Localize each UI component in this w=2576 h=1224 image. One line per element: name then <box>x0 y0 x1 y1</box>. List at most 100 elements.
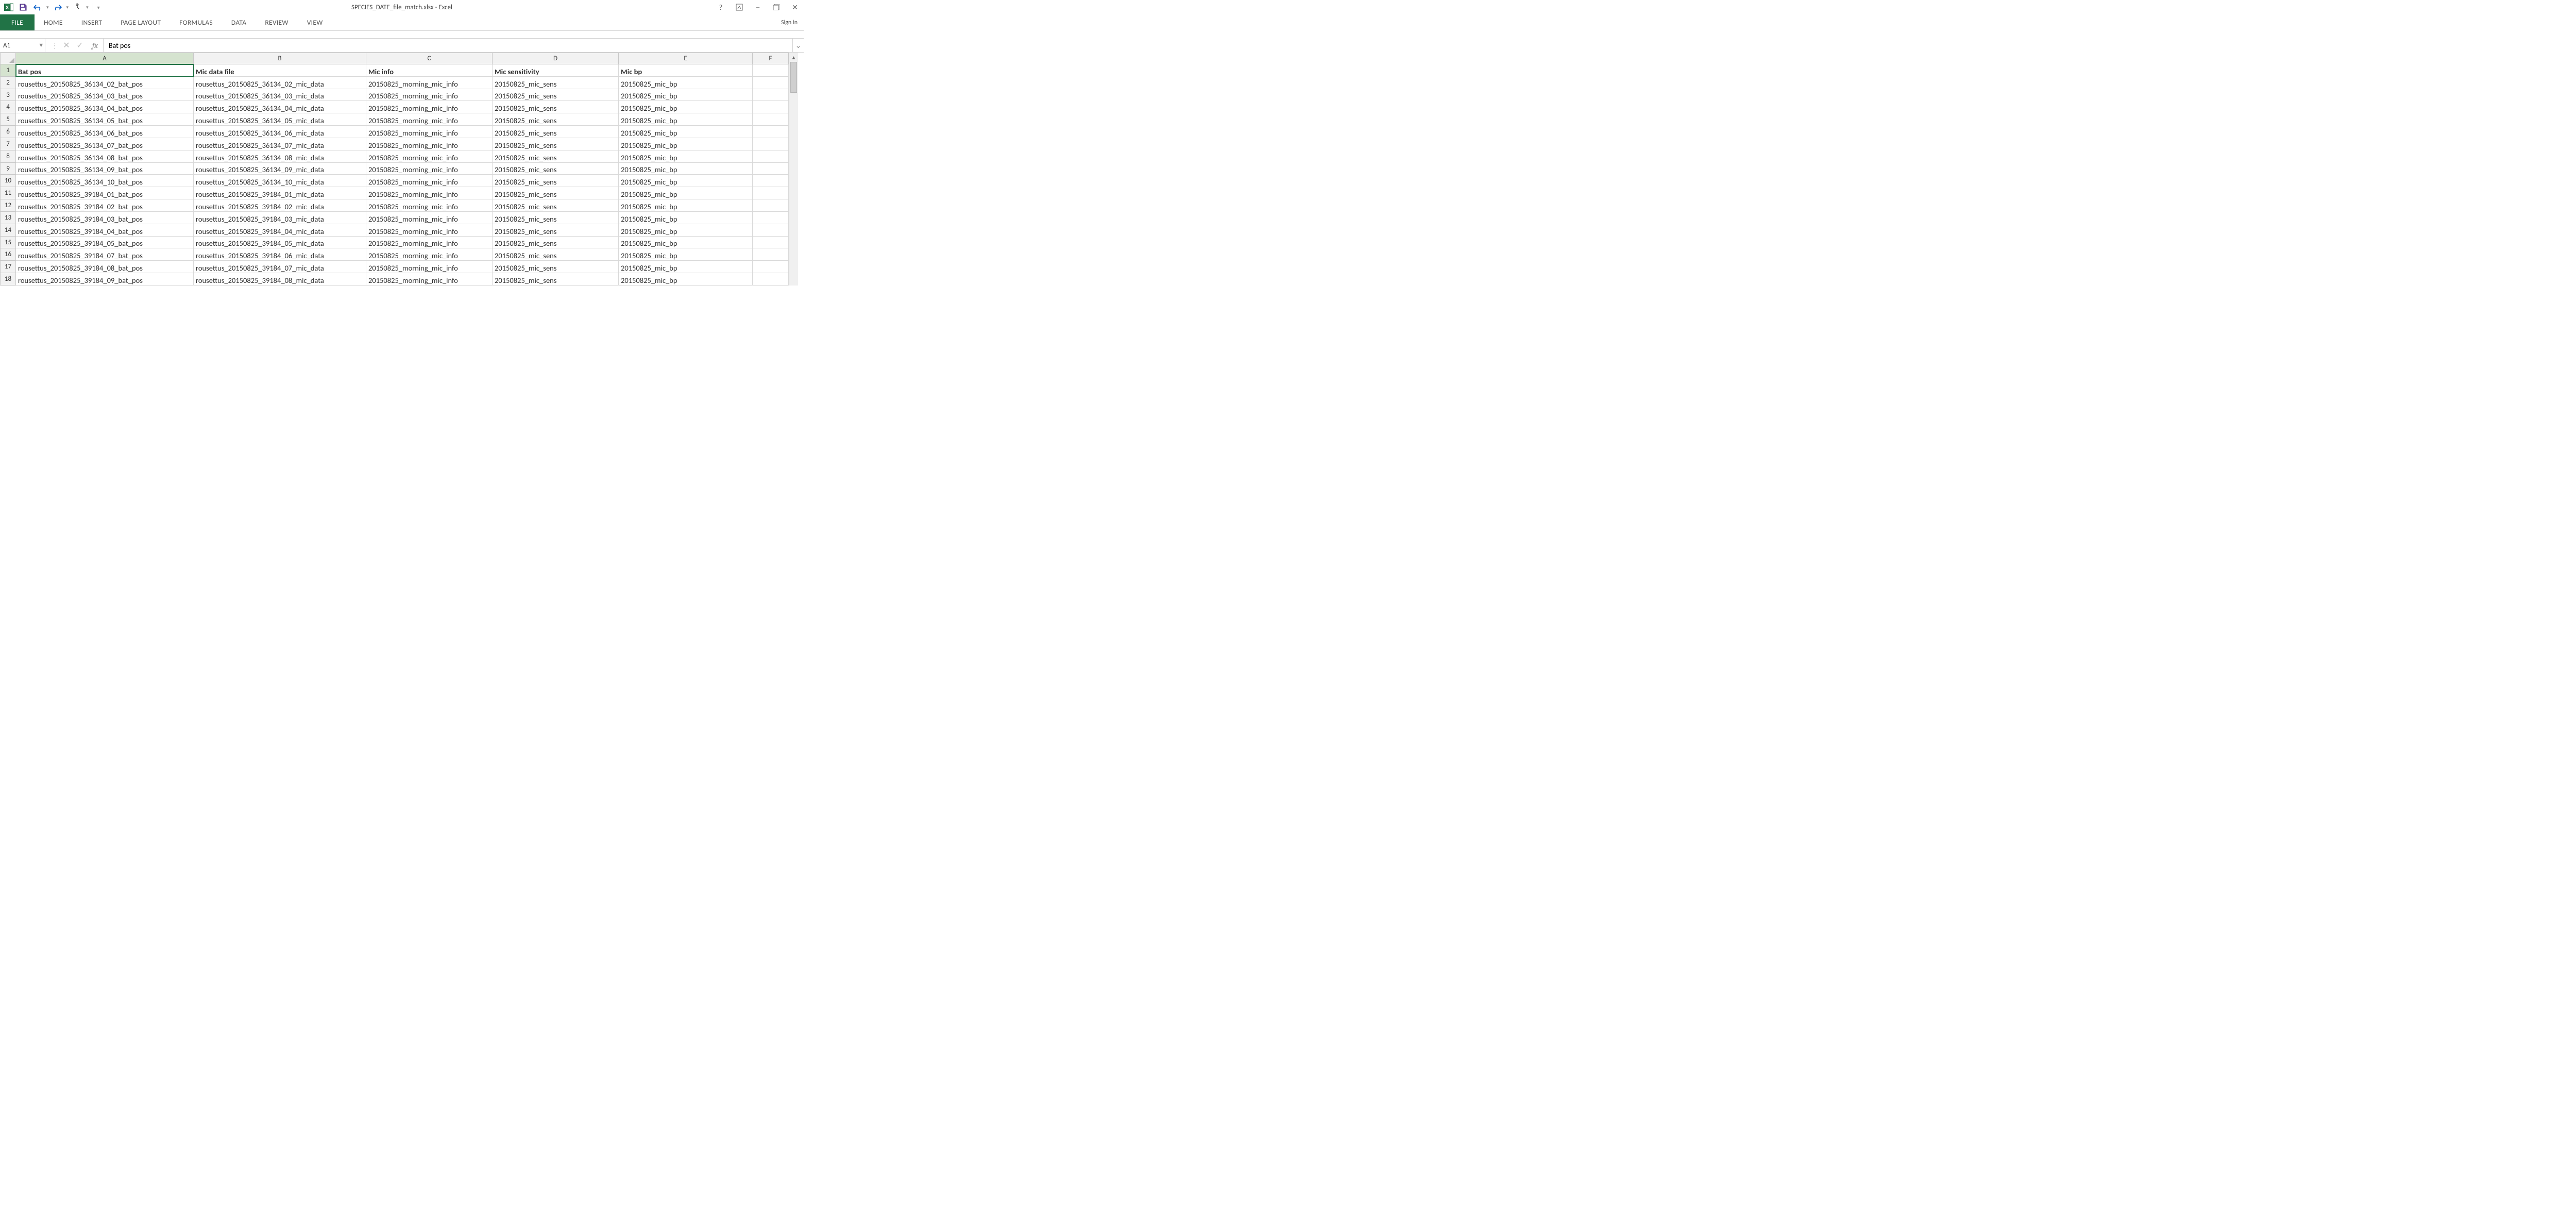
cell[interactable]: 20150825_mic_bp <box>619 273 753 286</box>
cell[interactable] <box>753 138 789 150</box>
cell[interactable]: 20150825_mic_sens <box>493 224 619 236</box>
tab-review[interactable]: REVIEW <box>256 14 297 30</box>
cell[interactable]: 20150825_mic_bp <box>619 76 753 89</box>
cell[interactable]: 20150825_mic_sens <box>493 162 619 175</box>
cell[interactable]: 20150825_morning_mic_info <box>366 261 493 273</box>
cell[interactable]: 20150825_mic_bp <box>619 113 753 126</box>
redo-icon[interactable] <box>52 2 63 13</box>
cell[interactable]: 20150825_morning_mic_info <box>366 211 493 224</box>
cell[interactable]: rousettus_20150825_39184_04_bat_pos <box>16 224 194 236</box>
col-header-b[interactable]: B <box>194 53 366 64</box>
row-header[interactable]: 6 <box>1 126 16 138</box>
row-header[interactable]: 8 <box>1 150 16 162</box>
cell[interactable]: rousettus_20150825_39184_06_mic_data <box>194 248 366 261</box>
cell[interactable]: 20150825_mic_sens <box>493 261 619 273</box>
redo-dropdown-icon[interactable]: ▾ <box>66 5 69 10</box>
cell[interactable] <box>753 76 789 89</box>
cell[interactable] <box>753 248 789 261</box>
cell[interactable] <box>753 273 789 286</box>
select-all-corner[interactable] <box>1 53 16 64</box>
cell[interactable]: rousettus_20150825_36134_03_bat_pos <box>16 89 194 101</box>
cell[interactable]: 20150825_morning_mic_info <box>366 76 493 89</box>
cell[interactable] <box>753 224 789 236</box>
row-header[interactable]: 14 <box>1 224 16 236</box>
cell[interactable]: 20150825_morning_mic_info <box>366 138 493 150</box>
row-header[interactable]: 7 <box>1 138 16 150</box>
cell[interactable] <box>753 89 789 101</box>
cell[interactable]: rousettus_20150825_39184_03_mic_data <box>194 211 366 224</box>
ribbon-display-options-icon[interactable] <box>734 2 745 13</box>
cell[interactable]: rousettus_20150825_36134_06_bat_pos <box>16 126 194 138</box>
cell[interactable]: 20150825_morning_mic_info <box>366 187 493 199</box>
cell[interactable]: Mic info <box>366 64 493 77</box>
cell[interactable]: 20150825_mic_bp <box>619 89 753 101</box>
row-header[interactable]: 2 <box>1 76 16 89</box>
cell[interactable]: Mic sensitivity <box>493 64 619 77</box>
undo-icon[interactable] <box>32 2 43 13</box>
cell[interactable]: 20150825_mic_bp <box>619 175 753 187</box>
cell[interactable]: 20150825_mic_bp <box>619 261 753 273</box>
cell[interactable]: rousettus_20150825_36134_10_bat_pos <box>16 175 194 187</box>
cell[interactable]: rousettus_20150825_36134_04_bat_pos <box>16 101 194 113</box>
cell[interactable]: 20150825_mic_sens <box>493 76 619 89</box>
cell[interactable]: rousettus_20150825_39184_03_bat_pos <box>16 211 194 224</box>
tab-home[interactable]: HOME <box>35 14 72 30</box>
insert-function-button[interactable]: fx <box>90 39 104 52</box>
cell[interactable]: 20150825_mic_bp <box>619 248 753 261</box>
cell[interactable]: 20150825_morning_mic_info <box>366 89 493 101</box>
save-icon[interactable] <box>18 2 29 13</box>
help-icon[interactable]: ? <box>715 2 726 13</box>
row-header[interactable]: 5 <box>1 113 16 126</box>
customize-qat-icon[interactable]: ▾ <box>97 4 100 11</box>
cell[interactable]: rousettus_20150825_36134_08_mic_data <box>194 150 366 162</box>
cell[interactable]: 20150825_morning_mic_info <box>366 248 493 261</box>
cell[interactable]: 20150825_morning_mic_info <box>366 126 493 138</box>
row-header[interactable]: 9 <box>1 162 16 175</box>
cell[interactable]: rousettus_20150825_39184_08_bat_pos <box>16 261 194 273</box>
tab-file[interactable]: FILE <box>0 14 35 30</box>
cell[interactable]: rousettus_20150825_36134_02_bat_pos <box>16 76 194 89</box>
cell[interactable]: rousettus_20150825_39184_02_mic_data <box>194 199 366 212</box>
cell[interactable]: 20150825_mic_sens <box>493 199 619 212</box>
cell[interactable] <box>753 113 789 126</box>
cell[interactable]: rousettus_20150825_39184_05_mic_data <box>194 236 366 248</box>
cell[interactable]: 20150825_mic_sens <box>493 150 619 162</box>
cell[interactable] <box>753 199 789 212</box>
row-header[interactable]: 16 <box>1 248 16 261</box>
cell[interactable]: rousettus_20150825_39184_05_bat_pos <box>16 236 194 248</box>
excel-app-icon[interactable]: X <box>3 2 14 13</box>
row-header[interactable]: 10 <box>1 175 16 187</box>
cell[interactable]: 20150825_morning_mic_info <box>366 175 493 187</box>
cell[interactable]: 20150825_morning_mic_info <box>366 150 493 162</box>
cell[interactable]: 20150825_mic_bp <box>619 138 753 150</box>
col-header-c[interactable]: C <box>366 53 493 64</box>
cell[interactable]: 20150825_mic_bp <box>619 199 753 212</box>
expand-formula-bar-icon[interactable]: ⌄ <box>792 39 804 52</box>
cell[interactable]: rousettus_20150825_39184_01_mic_data <box>194 187 366 199</box>
cell[interactable] <box>753 126 789 138</box>
spreadsheet-grid[interactable]: A B C D E F 1Bat posMic data fileMic inf… <box>0 53 789 286</box>
cell[interactable]: 20150825_mic_sens <box>493 101 619 113</box>
cell[interactable]: 20150825_mic_sens <box>493 273 619 286</box>
cell[interactable]: Mic data file <box>194 64 366 77</box>
cell[interactable]: 20150825_mic_bp <box>619 224 753 236</box>
cell[interactable] <box>753 261 789 273</box>
scroll-thumb[interactable] <box>790 62 797 93</box>
cell[interactable]: rousettus_20150825_39184_04_mic_data <box>194 224 366 236</box>
cell[interactable] <box>753 175 789 187</box>
tab-view[interactable]: VIEW <box>298 14 332 30</box>
cell[interactable]: 20150825_mic_sens <box>493 89 619 101</box>
row-header[interactable]: 18 <box>1 273 16 286</box>
row-header[interactable]: 1 <box>1 64 16 77</box>
enter-icon[interactable]: ✓ <box>75 40 85 51</box>
cell[interactable]: rousettus_20150825_36134_03_mic_data <box>194 89 366 101</box>
scroll-up-icon[interactable]: ▲ <box>789 53 798 62</box>
cell[interactable] <box>753 64 789 77</box>
cell[interactable]: rousettus_20150825_36134_09_mic_data <box>194 162 366 175</box>
tab-formulas[interactable]: FORMULAS <box>170 14 222 30</box>
cancel-icon[interactable]: ✕ <box>61 40 72 51</box>
cell[interactable]: 20150825_mic_bp <box>619 101 753 113</box>
cell[interactable] <box>753 187 789 199</box>
cell[interactable]: 20150825_morning_mic_info <box>366 162 493 175</box>
cell[interactable]: 20150825_mic_bp <box>619 150 753 162</box>
